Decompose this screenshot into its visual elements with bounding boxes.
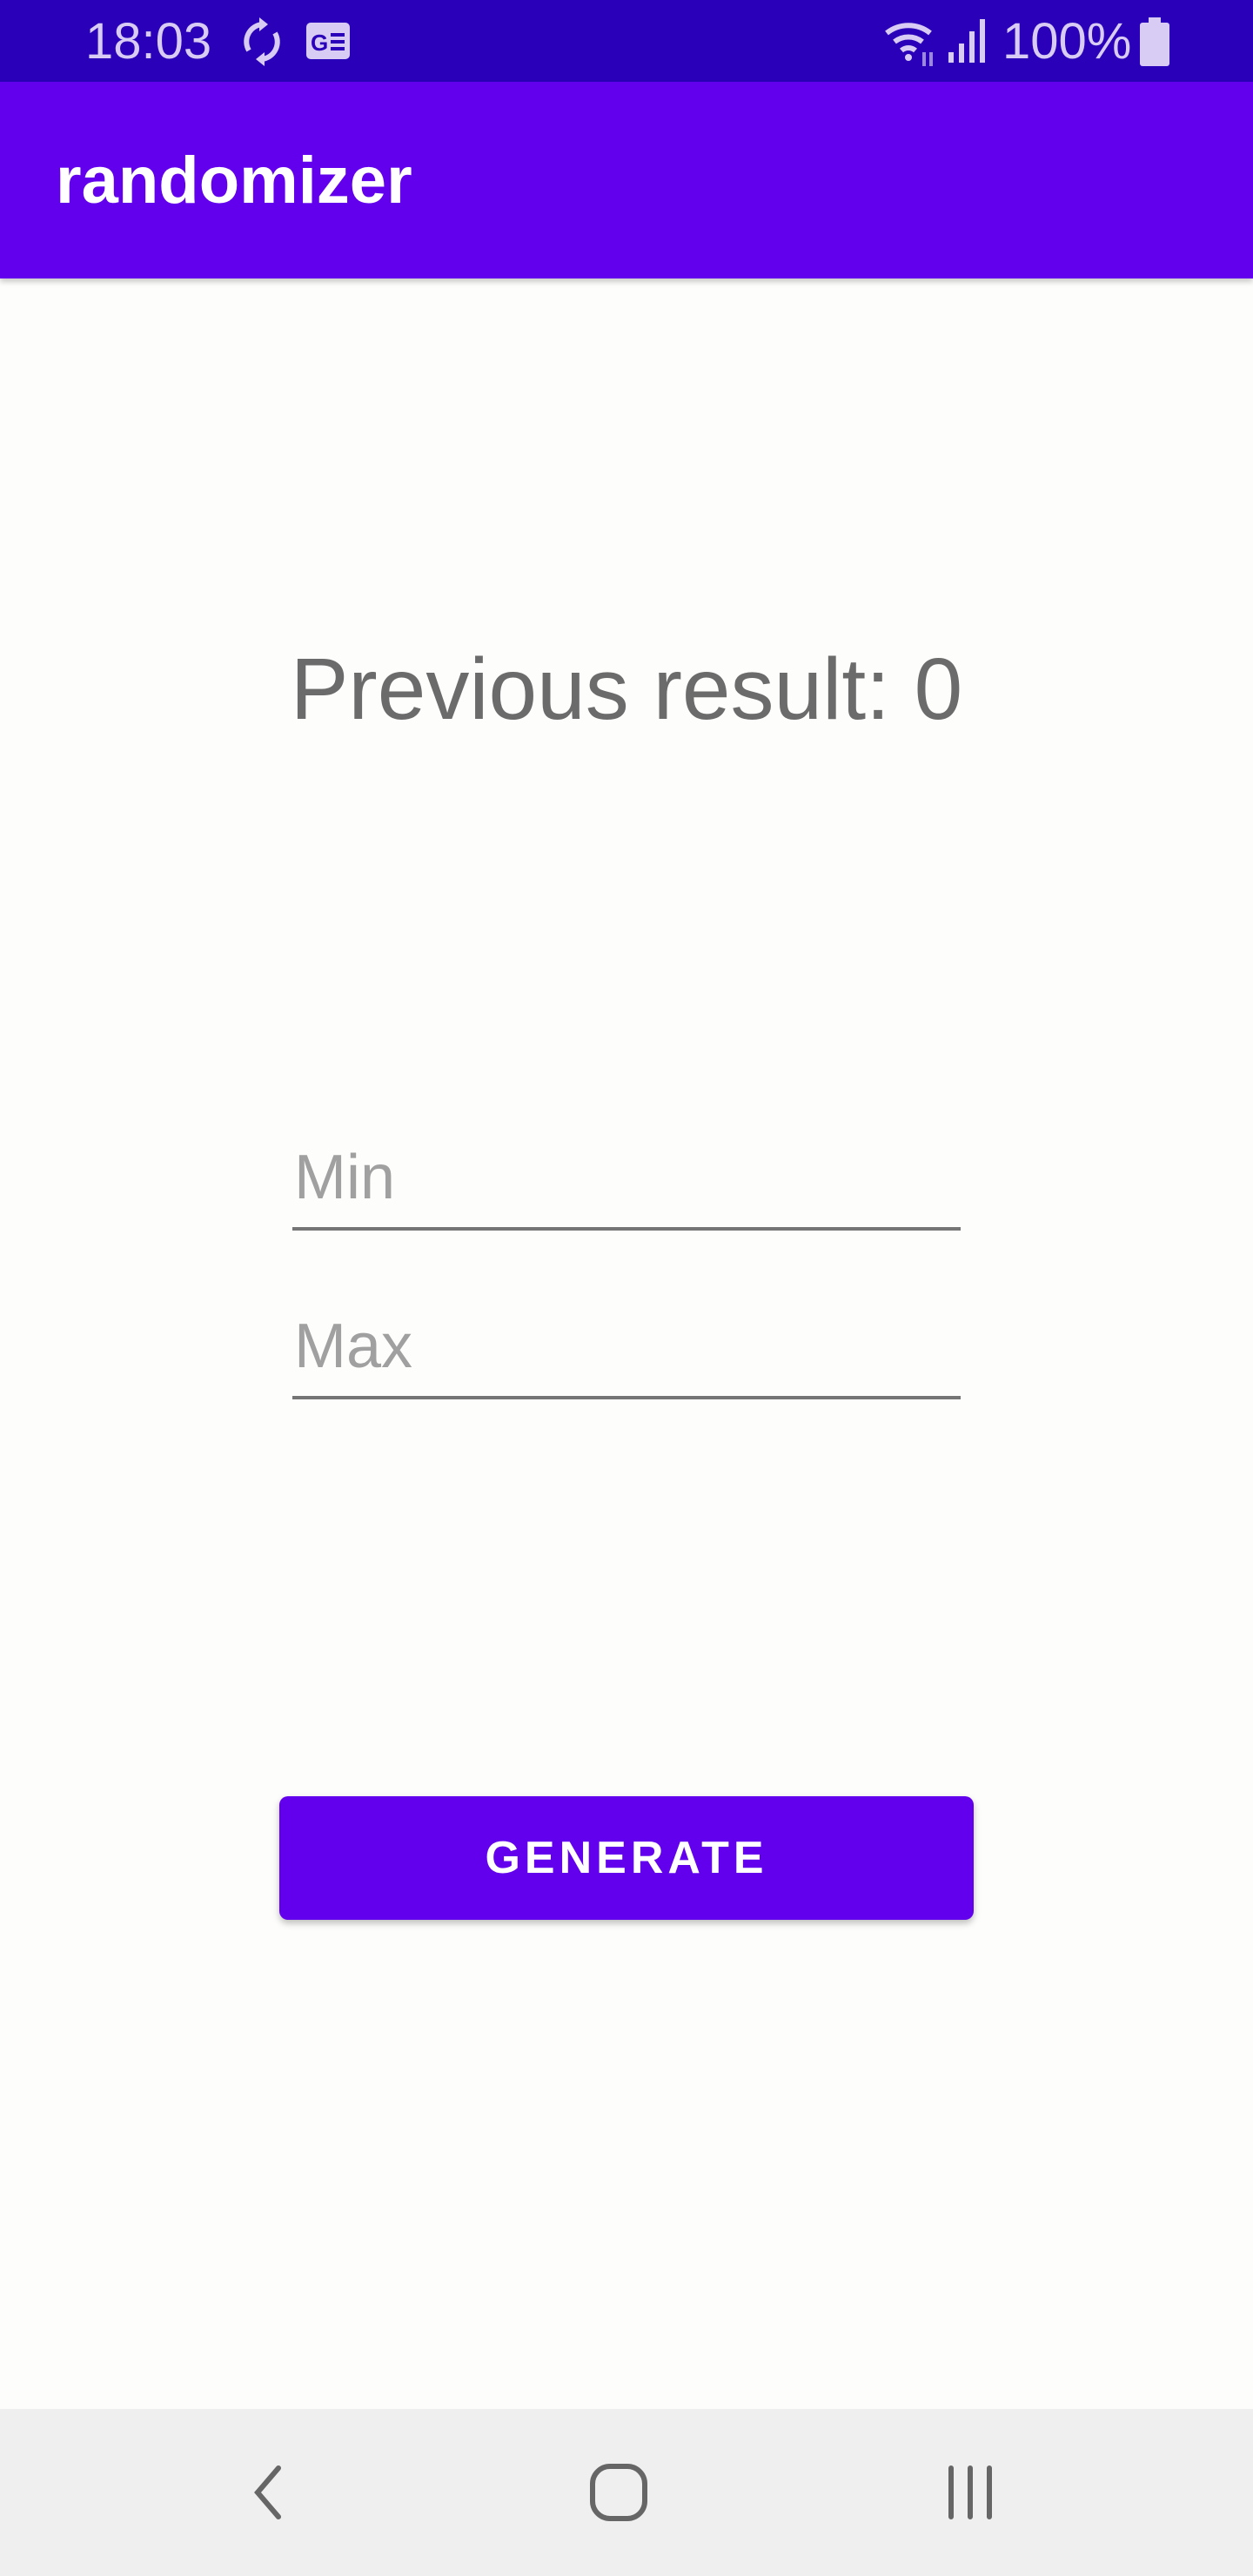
navigation-bar — [0, 2409, 1253, 2576]
max-field[interactable] — [292, 1291, 964, 1399]
recents-icon[interactable] — [935, 2458, 1005, 2527]
app-title: randomizer — [56, 144, 412, 218]
max-input[interactable] — [292, 1311, 964, 1382]
signal-icon — [948, 19, 987, 67]
news-icon: G — [306, 23, 350, 64]
status-bar: 18:03 G 100% — [0, 0, 1253, 82]
battery-icon — [1140, 17, 1169, 70]
wifi-icon — [882, 17, 943, 74]
back-icon[interactable] — [233, 2458, 303, 2527]
generate-button[interactable]: GENERATE — [279, 1796, 974, 1920]
min-field[interactable] — [292, 1123, 964, 1231]
status-time: 18:03 — [85, 13, 212, 70]
app-bar: randomizer — [0, 82, 1253, 278]
sync-icon — [240, 16, 284, 72]
home-icon[interactable] — [584, 2458, 653, 2527]
svg-text:G: G — [311, 30, 328, 56]
battery-percent: 100% — [1002, 13, 1132, 70]
min-input[interactable] — [292, 1142, 964, 1213]
previous-result-label: Previous result: 0 — [290, 641, 963, 738]
